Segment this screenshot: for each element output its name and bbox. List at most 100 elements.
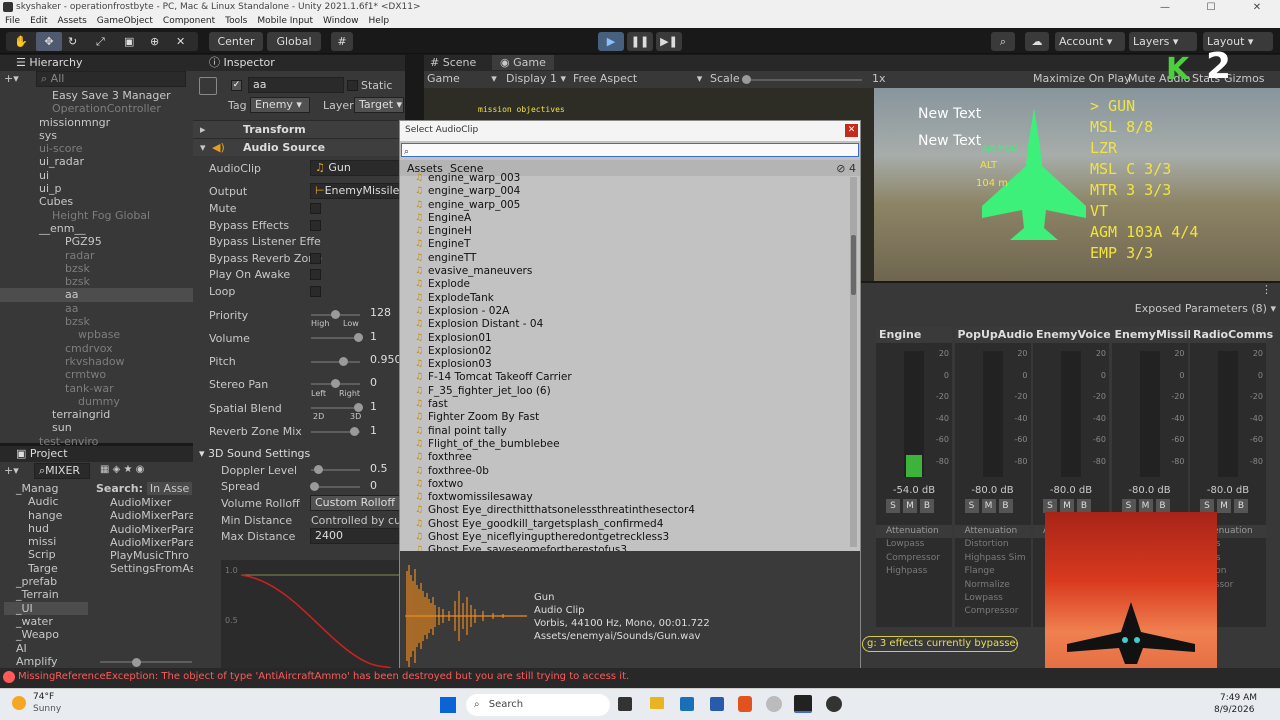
hierarchy-item[interactable]: ui_radar — [0, 155, 193, 168]
active-checkbox[interactable]: ✓ — [231, 80, 242, 91]
project-folder[interactable]: _UI — [4, 601, 88, 615]
transform-foldout-icon[interactable]: ▸ — [200, 123, 206, 136]
scale-knob[interactable] — [742, 75, 751, 84]
account-dropdown[interactable]: Account ▾ — [1055, 32, 1125, 51]
spatial-blend-knob[interactable] — [354, 403, 363, 412]
audioclip-item[interactable]: foxthree-0b — [414, 465, 844, 479]
priority-slider-knob[interactable] — [331, 310, 340, 319]
strip-s-button[interactable]: S — [964, 499, 979, 513]
output-field[interactable]: ⊢EnemyMissiles — [310, 183, 400, 199]
aspect-dropdown[interactable]: Free Aspect ▾ — [573, 72, 702, 85]
audioclip-item[interactable]: foxtwo — [414, 478, 844, 492]
weather-temp[interactable]: 74°F — [33, 692, 54, 702]
menu-component[interactable]: Component — [158, 15, 220, 28]
game-display-dropdown[interactable]: Game ▾ — [427, 72, 497, 85]
store-icon[interactable] — [710, 697, 724, 711]
move-tool-icon[interactable]: ✥ — [36, 32, 62, 51]
hierarchy-item[interactable]: sys — [0, 129, 193, 142]
menu-edit[interactable]: Edit — [25, 15, 52, 28]
project-folder[interactable]: AI — [4, 642, 88, 655]
effect-slot[interactable]: Normalize — [955, 579, 1031, 592]
audioclip-item[interactable]: engineTT — [414, 252, 844, 266]
effect-slot[interactable]: Compressor — [876, 552, 952, 565]
project-result-item[interactable]: AudioMixer — [96, 496, 193, 509]
project-result-item[interactable]: SettingsFromAs — [96, 562, 193, 575]
hierarchy-item[interactable]: __enm__ — [0, 222, 193, 235]
audioclip-item[interactable]: Explosion - 02A — [414, 305, 844, 319]
dialog-scrollbar[interactable] — [850, 177, 857, 547]
hierarchy-item[interactable]: bzsk — [0, 315, 193, 328]
hierarchy-item[interactable]: aa — [0, 302, 193, 315]
project-add-icon[interactable]: +▾ — [4, 464, 19, 477]
search-icon[interactable]: ⌕ — [991, 32, 1015, 51]
spread-knob[interactable] — [310, 482, 319, 491]
volume-slider[interactable] — [311, 337, 360, 339]
scale-slider[interactable] — [742, 79, 862, 81]
scale-tool-icon[interactable]: ⤢ — [96, 32, 105, 51]
doppler-value[interactable]: 0.5 — [366, 462, 400, 478]
audioclip-item[interactable]: EngineT — [414, 238, 844, 252]
hierarchy-tab[interactable]: ☰ Hierarchy — [0, 55, 193, 71]
priority-value[interactable]: 128 — [366, 306, 400, 322]
dialog-search-input[interactable]: ⌕ — [401, 143, 859, 157]
hierarchy-item[interactable]: sun — [0, 421, 193, 434]
menu-assets[interactable]: Assets — [53, 15, 92, 28]
effect-slot[interactable]: Flange — [955, 565, 1031, 578]
audioclip-item[interactable]: Explosion Distant - 04 — [414, 318, 844, 332]
rolloff-curve-graph[interactable]: 1.0 0.5 — [221, 560, 401, 668]
hierarchy-item[interactable]: ui-score — [0, 142, 193, 155]
audioclip-item[interactable]: Flight_of_the_bumblebee — [414, 438, 844, 452]
hierarchy-item[interactable]: cmdrvox — [0, 342, 193, 355]
hierarchy-item[interactable]: bzsk — [0, 262, 193, 275]
project-folder[interactable]: _Weapo — [4, 628, 88, 641]
strip-m-button[interactable]: M — [903, 499, 917, 513]
strip-b-button[interactable]: B — [1155, 499, 1170, 513]
stereo-pan-knob[interactable] — [331, 379, 340, 388]
effect-slot[interactable]: Compressor — [955, 605, 1031, 618]
project-zoom-slider[interactable] — [100, 658, 192, 667]
project-folder[interactable]: _prefab — [4, 575, 88, 588]
audioclip-field[interactable]: ♫ Gun — [310, 160, 400, 176]
reverb-mix-knob[interactable] — [350, 427, 359, 436]
project-folder[interactable]: _Manag — [4, 482, 88, 495]
pivot-global-button[interactable]: Global — [267, 32, 321, 51]
brave-browser-icon[interactable] — [738, 696, 752, 712]
project-folder[interactable]: Scrip — [4, 548, 88, 561]
hierarchy-item[interactable]: crmtwo — [0, 368, 193, 381]
hierarchy-item[interactable]: dummy — [0, 395, 193, 408]
bypass-effects-checkbox[interactable] — [310, 220, 321, 231]
audio-source-foldout-icon[interactable]: ▾ — [200, 141, 206, 154]
audioclip-item[interactable]: ExplodeTank — [414, 292, 844, 306]
spatial-blend-slider[interactable] — [311, 407, 360, 409]
dialog-scrollbar-thumb[interactable] — [851, 235, 856, 295]
settings-icon[interactable] — [766, 696, 782, 712]
add-icon[interactable]: +▾ — [4, 72, 19, 85]
project-folder[interactable]: Audic — [4, 495, 88, 508]
project-folder[interactable]: hange — [4, 509, 88, 522]
effect-slot[interactable]: Lowpass — [955, 592, 1031, 605]
project-result-item[interactable]: AudioMixerPara — [96, 523, 193, 536]
project-result-item[interactable]: AudioMixerPara — [96, 536, 193, 549]
hierarchy-item[interactable]: Cubes — [0, 195, 193, 208]
task-view-icon[interactable] — [618, 697, 632, 711]
maximize-button[interactable]: ☐ — [1188, 0, 1234, 15]
hierarchy-item[interactable]: radar — [0, 249, 193, 262]
audioclip-item[interactable]: F_35_fighter_jet_loo (6) — [414, 385, 844, 399]
taskbar-search[interactable]: ⌕ Search — [466, 694, 610, 716]
project-result-item[interactable]: AudioMixerPara — [96, 509, 193, 522]
strip-m-button[interactable]: M — [1138, 499, 1153, 513]
volume-slider-knob[interactable] — [354, 333, 363, 342]
audioclip-item[interactable]: F-14 Tomcat Takeoff Carrier — [414, 371, 844, 385]
audioclip-item[interactable]: fast — [414, 398, 844, 412]
spatial-blend-value[interactable]: 1 — [366, 400, 400, 416]
hierarchy-item[interactable]: ui — [0, 169, 193, 182]
project-tab[interactable]: ▣ Project — [0, 446, 193, 462]
project-folder[interactable]: hud — [4, 522, 88, 535]
cloud-icon[interactable]: ☁ — [1025, 32, 1049, 51]
hierarchy-item[interactable]: ui_p — [0, 182, 193, 195]
strip-s-button[interactable]: S — [1121, 499, 1136, 513]
project-folder[interactable]: _Terrain — [4, 588, 88, 601]
windows-start-icon[interactable]: ⊞ — [440, 697, 456, 713]
audio-source-header[interactable]: ▾ ◀) Audio Source — [193, 138, 405, 156]
effect-slot[interactable]: Highpass — [876, 565, 952, 578]
